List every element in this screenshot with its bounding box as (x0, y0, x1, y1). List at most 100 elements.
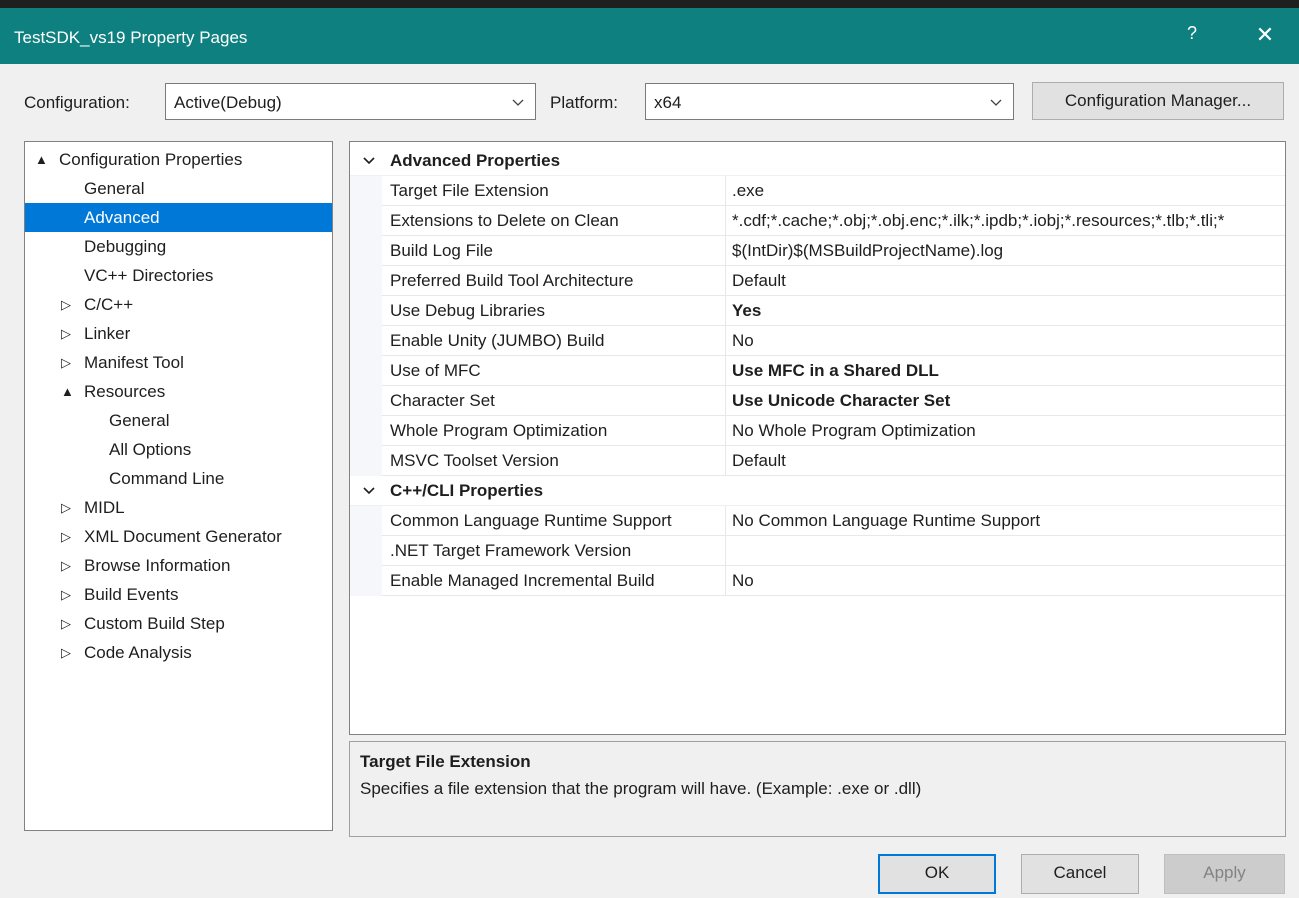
property-row[interactable]: Preferred Build Tool Architecture Defaul… (350, 266, 1285, 296)
property-name: Use Debug Libraries (390, 301, 545, 320)
tree-item-all-options[interactable]: All Options (25, 435, 332, 464)
expand-triangle-icon[interactable]: ▷ (61, 348, 71, 377)
tree-item-vc-directories[interactable]: VC++ Directories (25, 261, 332, 290)
property-name: Preferred Build Tool Architecture (390, 271, 634, 290)
column-divider (725, 176, 726, 206)
row-gutter (350, 446, 382, 476)
property-row[interactable]: Enable Unity (JUMBO) Build No (350, 326, 1285, 356)
property-value[interactable]: Yes (732, 296, 1285, 326)
property-row[interactable]: Use Debug Libraries Yes (350, 296, 1285, 326)
chevron-down-icon[interactable] (362, 155, 376, 167)
property-name: Enable Managed Incremental Build (390, 571, 655, 590)
column-divider (725, 266, 726, 296)
collapse-triangle-icon[interactable]: ▲ (61, 377, 74, 406)
property-row[interactable]: Build Log File $(IntDir)$(MSBuildProject… (350, 236, 1285, 266)
column-divider (725, 236, 726, 266)
close-button[interactable]: ✕ (1252, 22, 1278, 50)
expand-triangle-icon[interactable]: ▷ (61, 609, 71, 638)
tree-item-browse-information[interactable]: ▷ Browse Information (25, 551, 332, 580)
configuration-dropdown[interactable]: Active(Debug) (165, 83, 536, 120)
background-window-strip (0, 0, 1299, 8)
tree-item-command-line[interactable]: Command Line (25, 464, 332, 493)
property-name: Build Log File (390, 241, 494, 260)
tree-item-manifest-tool[interactable]: ▷ Manifest Tool (25, 348, 332, 377)
row-gutter (350, 536, 382, 566)
collapse-triangle-icon[interactable]: ▲ (35, 145, 48, 174)
expand-triangle-icon[interactable]: ▷ (61, 551, 71, 580)
property-row[interactable]: Whole Program Optimization No Whole Prog… (350, 416, 1285, 446)
property-row[interactable]: Target File Extension .exe (350, 176, 1285, 206)
row-gutter (350, 326, 382, 356)
platform-value: x64 (654, 93, 682, 112)
tree-item-resources-general[interactable]: General (25, 406, 332, 435)
title-bar: TestSDK_vs19 Property Pages ? ✕ (0, 8, 1299, 64)
row-gutter (350, 176, 382, 206)
column-divider (725, 206, 726, 236)
platform-dropdown[interactable]: x64 (645, 83, 1014, 120)
property-value[interactable]: Default (732, 266, 1285, 296)
property-name: Enable Unity (JUMBO) Build (390, 331, 605, 350)
row-gutter (350, 296, 382, 326)
tree-item-linker[interactable]: ▷ Linker (25, 319, 332, 348)
property-row[interactable]: Use of MFC Use MFC in a Shared DLL (350, 356, 1285, 386)
property-value[interactable]: Default (732, 446, 1285, 476)
cancel-button[interactable]: Cancel (1021, 854, 1139, 894)
platform-label: Platform: (550, 93, 619, 112)
tree-item-label: VC++ Directories (84, 266, 214, 285)
row-gutter (350, 236, 382, 266)
property-value[interactable]: $(IntDir)$(MSBuildProjectName).log (732, 236, 1285, 266)
row-gutter (350, 566, 382, 596)
expand-triangle-icon[interactable]: ▷ (61, 638, 71, 667)
property-grid: Advanced Properties Target File Extensio… (349, 141, 1286, 735)
property-value[interactable]: No Whole Program Optimization (732, 416, 1285, 446)
property-row[interactable]: .NET Target Framework Version (350, 536, 1285, 566)
expand-triangle-icon[interactable]: ▷ (61, 580, 71, 609)
ok-button[interactable]: OK (878, 854, 996, 894)
property-row[interactable]: Common Language Runtime Support No Commo… (350, 506, 1285, 536)
tree-item-code-analysis[interactable]: ▷ Code Analysis (25, 638, 332, 667)
property-value[interactable]: Use Unicode Character Set (732, 386, 1285, 416)
property-name: Use of MFC (390, 361, 481, 380)
property-value[interactable]: No (732, 566, 1285, 596)
property-value[interactable]: *.cdf;*.cache;*.obj;*.obj.enc;*.ilk;*.ip… (732, 206, 1285, 236)
tree-item-build-events[interactable]: ▷ Build Events (25, 580, 332, 609)
tree-item-resources[interactable]: ▲ Resources (25, 377, 332, 406)
row-gutter (350, 266, 382, 296)
chevron-down-icon (512, 99, 524, 106)
property-value[interactable]: Use MFC in a Shared DLL (732, 356, 1285, 386)
tree-item-xml-document-generator[interactable]: ▷ XML Document Generator (25, 522, 332, 551)
property-value[interactable]: No (732, 326, 1285, 356)
expand-triangle-icon[interactable]: ▷ (61, 290, 71, 319)
property-value[interactable]: No Common Language Runtime Support (732, 506, 1285, 536)
tree-item-general[interactable]: General (25, 174, 332, 203)
tree-item-label: Command Line (109, 469, 225, 488)
tree-item-label: Debugging (84, 237, 167, 256)
help-button[interactable]: ? (1181, 23, 1203, 49)
tree-item-c-cpp[interactable]: ▷ C/C++ (25, 290, 332, 319)
property-value[interactable]: .exe (732, 176, 1285, 206)
tree-item-custom-build-step[interactable]: ▷ Custom Build Step (25, 609, 332, 638)
property-name: Extensions to Delete on Clean (390, 211, 619, 230)
tree-item-configuration-properties[interactable]: ▲ Configuration Properties (25, 145, 332, 174)
tree-item-label: Browse Information (84, 556, 231, 575)
chevron-down-icon[interactable] (362, 485, 376, 497)
property-row[interactable]: Extensions to Delete on Clean *.cdf;*.ca… (350, 206, 1285, 236)
property-row[interactable]: MSVC Toolset Version Default (350, 446, 1285, 476)
tree-item-label: General (84, 179, 145, 198)
column-divider (725, 536, 726, 566)
expand-triangle-icon[interactable]: ▷ (61, 522, 71, 551)
property-row[interactable]: Character Set Use Unicode Character Set (350, 386, 1285, 416)
tree-item-label: Manifest Tool (84, 353, 184, 372)
apply-button[interactable]: Apply (1164, 854, 1285, 894)
property-row[interactable]: Enable Managed Incremental Build No (350, 566, 1285, 596)
tree-item-advanced[interactable]: Advanced (25, 203, 332, 232)
expand-triangle-icon[interactable]: ▷ (61, 493, 71, 522)
tree-item-debugging[interactable]: Debugging (25, 232, 332, 261)
configuration-manager-button[interactable]: Configuration Manager... (1032, 82, 1284, 120)
expand-triangle-icon[interactable]: ▷ (61, 319, 71, 348)
column-divider (725, 356, 726, 386)
category-header-advanced-properties[interactable]: Advanced Properties (350, 146, 1285, 176)
tree-item-label: Build Events (84, 585, 179, 604)
tree-item-midl[interactable]: ▷ MIDL (25, 493, 332, 522)
category-header-cli-properties[interactable]: C++/CLI Properties (350, 476, 1285, 506)
